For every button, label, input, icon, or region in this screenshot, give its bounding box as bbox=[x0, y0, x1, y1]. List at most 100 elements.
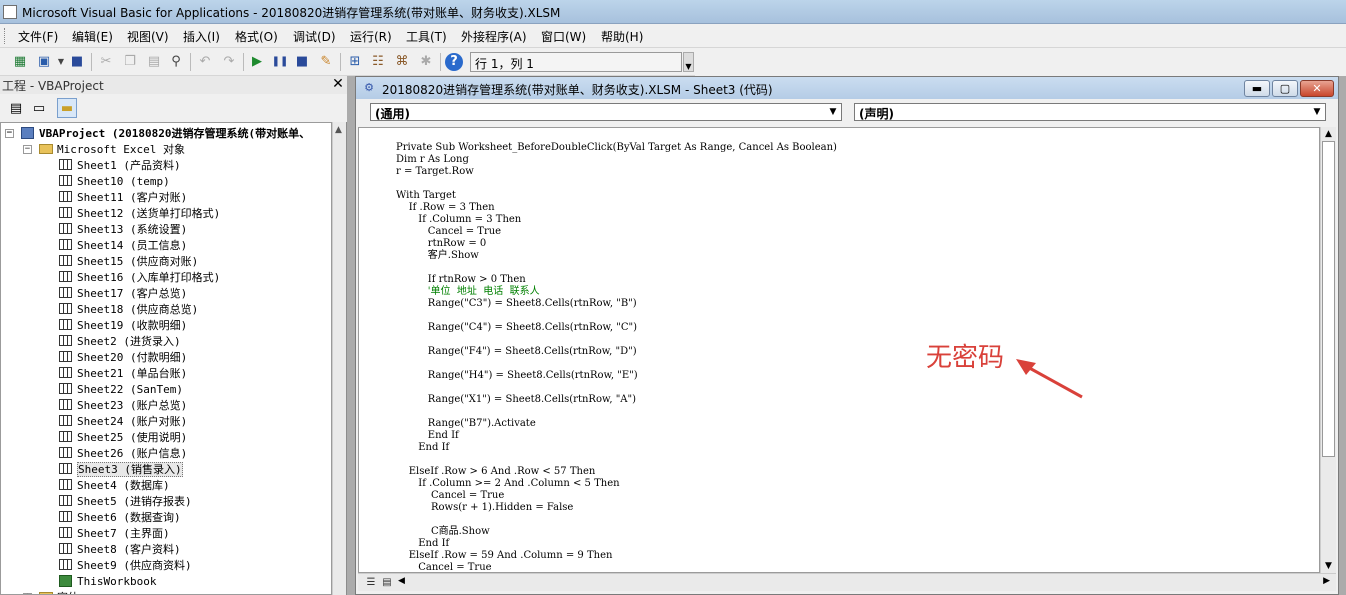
tree-folder-forms[interactable]: + 窗体 bbox=[23, 590, 79, 594]
full-module-view-button[interactable]: ▤ bbox=[380, 576, 394, 590]
code-module-icon: ⚙ bbox=[364, 81, 374, 94]
menu-run[interactable]: 运行(R) bbox=[350, 28, 392, 45]
scroll-up-icon[interactable]: ▲ bbox=[335, 125, 342, 135]
properties-icon[interactable]: ☷ bbox=[369, 53, 387, 71]
code-vertical-scrollbar[interactable]: ▲ ▼ bbox=[1320, 127, 1336, 573]
tree-sheet-item[interactable]: Sheet16 (入库单打印格式) bbox=[59, 270, 220, 286]
close-button[interactable]: ✕ bbox=[1300, 80, 1334, 97]
collapse-icon[interactable]: − bbox=[5, 129, 14, 138]
menu-view[interactable]: 视图(V) bbox=[127, 28, 169, 45]
tree-sheet-item[interactable]: Sheet1 (产品资料) bbox=[59, 158, 181, 174]
tree-sheet-item[interactable]: Sheet10 (temp) bbox=[59, 174, 170, 190]
project-explorer: 工程 - VBAProject ✕ ▤ ▭ ▬ − VBAProject (20… bbox=[0, 76, 347, 595]
tree-sheet-item[interactable]: Sheet15 (供应商对账) bbox=[59, 254, 198, 270]
copy-icon[interactable]: ❐ bbox=[121, 53, 139, 71]
insert-userform-icon[interactable]: ▣ bbox=[35, 53, 53, 71]
tree-folder-excel-objects[interactable]: − Microsoft Excel 对象 bbox=[23, 142, 185, 158]
design-mode-icon[interactable]: ✎ bbox=[317, 53, 335, 71]
tree-sheet-item[interactable]: Sheet22 (SanTem) bbox=[59, 382, 183, 398]
worksheet-icon bbox=[59, 335, 72, 346]
tree-root-item[interactable]: − VBAProject (20180820进销存管理系统(带对账单、 bbox=[5, 126, 310, 142]
scroll-thumb[interactable] bbox=[1322, 141, 1335, 457]
undo-icon[interactable]: ↶ bbox=[196, 53, 214, 71]
tree-sheet-item[interactable]: Sheet14 (员工信息) bbox=[59, 238, 187, 254]
close-icon[interactable]: ✕ bbox=[330, 76, 346, 92]
maximize-button[interactable]: ▢ bbox=[1272, 80, 1298, 97]
tree-sheet-item[interactable]: Sheet17 (客户总览) bbox=[59, 286, 187, 302]
paste-icon[interactable]: ▤ bbox=[145, 53, 163, 71]
scroll-left-icon[interactable]: ◀ bbox=[398, 576, 405, 586]
tree-sheet-item[interactable]: Sheet11 (客户对账) bbox=[59, 190, 187, 206]
code-line: If rtnRow > 0 Then bbox=[396, 274, 526, 285]
excel-icon[interactable]: ▦ bbox=[11, 53, 29, 71]
worksheet-icon bbox=[59, 559, 72, 570]
tree-sheet-item[interactable]: Sheet4 (数据库) bbox=[59, 478, 170, 494]
worksheet-icon bbox=[59, 383, 72, 394]
project-tree[interactable]: − VBAProject (20180820进销存管理系统(带对账单、 − Mi… bbox=[0, 122, 332, 595]
object-combo[interactable]: (通用) ▼ bbox=[370, 103, 842, 121]
minimize-button[interactable]: ▬ bbox=[1244, 80, 1270, 97]
project-explorer-icon[interactable]: ⊞ bbox=[346, 53, 364, 71]
code-line: ElseIf .Row = 59 And .Column = 9 Then bbox=[396, 550, 613, 561]
object-browser-icon[interactable]: ⌘ bbox=[393, 53, 411, 71]
procedure-combo[interactable]: (声明) ▼ bbox=[854, 103, 1326, 121]
tree-sheet-item[interactable]: Sheet7 (主界面) bbox=[59, 526, 170, 542]
run-icon[interactable]: ▶ bbox=[248, 53, 266, 71]
toolbox-icon[interactable]: ✱ bbox=[417, 53, 435, 71]
menu-edit[interactable]: 编辑(E) bbox=[72, 28, 113, 45]
tree-sheet-item[interactable]: Sheet21 (单品台账) bbox=[59, 366, 187, 382]
tree-sheet-item[interactable]: Sheet12 (送货单打印格式) bbox=[59, 206, 220, 222]
scroll-up-icon[interactable]: ▲ bbox=[1325, 129, 1332, 139]
tree-sheet-item[interactable]: Sheet2 (进货录入) bbox=[59, 334, 181, 350]
tree-sheet-item[interactable]: Sheet18 (供应商总览) bbox=[59, 302, 198, 318]
tree-sheet-item[interactable]: Sheet23 (账户总览) bbox=[59, 398, 187, 414]
tree-sheet-label: Sheet9 (供应商资料) bbox=[77, 559, 192, 572]
view-code-button[interactable]: ▤ bbox=[6, 98, 26, 118]
menu-tools[interactable]: 工具(T) bbox=[406, 28, 447, 45]
break-icon[interactable]: ❚❚ bbox=[271, 53, 289, 71]
chevron-down-icon[interactable]: ▼ bbox=[825, 104, 841, 120]
code-editor[interactable]: Private Sub Worksheet_BeforeDoubleClick(… bbox=[358, 127, 1320, 573]
tree-sheet-item[interactable]: Sheet3 (销售录入) bbox=[59, 462, 183, 478]
code-horizontal-scrollbar[interactable]: ☰ ▤ ◀ ▶ bbox=[358, 573, 1336, 591]
reset-icon[interactable]: ■ bbox=[293, 53, 311, 71]
menu-format[interactable]: 格式(O) bbox=[235, 28, 278, 45]
procedure-view-button[interactable]: ☰ bbox=[364, 576, 378, 590]
toggle-folders-button[interactable]: ▬ bbox=[57, 98, 77, 118]
worksheet-icon bbox=[59, 367, 72, 378]
tree-sheet-item[interactable]: Sheet20 (付款明细) bbox=[59, 350, 187, 366]
tree-sheet-label: ThisWorkbook bbox=[77, 575, 157, 588]
horizontal-scroll-track[interactable] bbox=[412, 576, 1312, 590]
save-icon[interactable]: ■ bbox=[68, 53, 86, 71]
tree-sheet-item[interactable]: Sheet6 (数据查询) bbox=[59, 510, 181, 526]
tree-sheet-item[interactable]: Sheet19 (收款明细) bbox=[59, 318, 187, 334]
cut-icon[interactable]: ✂ bbox=[97, 53, 115, 71]
scroll-right-icon[interactable]: ▶ bbox=[1323, 576, 1330, 586]
help-icon[interactable]: ? bbox=[445, 53, 463, 71]
tree-sheet-label: Sheet10 (temp) bbox=[77, 175, 170, 188]
redo-icon[interactable]: ↷ bbox=[220, 53, 238, 71]
code-line: End If bbox=[396, 538, 450, 549]
collapse-icon[interactable]: − bbox=[23, 145, 32, 154]
tree-sheet-item[interactable]: Sheet8 (客户资料) bbox=[59, 542, 181, 558]
menu-window[interactable]: 窗口(W) bbox=[541, 28, 586, 45]
find-icon[interactable]: ⚲ bbox=[167, 53, 185, 71]
tree-sheet-item[interactable]: Sheet13 (系统设置) bbox=[59, 222, 187, 238]
menu-file[interactable]: 文件(F) bbox=[18, 28, 58, 45]
menu-insert[interactable]: 插入(I) bbox=[183, 28, 220, 45]
tree-sheet-item[interactable]: Sheet9 (供应商资料) bbox=[59, 558, 192, 574]
tree-sheet-item[interactable]: Sheet24 (账户对账) bbox=[59, 414, 187, 430]
menu-help[interactable]: 帮助(H) bbox=[601, 28, 643, 45]
toolbar-options-chevron-icon[interactable]: ▼ bbox=[683, 52, 694, 72]
scroll-down-icon[interactable]: ▼ bbox=[1325, 561, 1332, 571]
tree-sheet-item[interactable]: Sheet26 (账户信息) bbox=[59, 446, 187, 462]
tree-sheet-item[interactable]: Sheet25 (使用说明) bbox=[59, 430, 187, 446]
menu-debug[interactable]: 调试(D) bbox=[293, 28, 336, 45]
tree-sheet-label: Sheet14 (员工信息) bbox=[77, 239, 188, 252]
chevron-down-icon[interactable]: ▼ bbox=[1309, 104, 1325, 120]
view-object-button[interactable]: ▭ bbox=[29, 98, 49, 118]
tree-sheet-item[interactable]: ThisWorkbook bbox=[59, 574, 156, 590]
tree-sheet-item[interactable]: Sheet5 (进销存报表) bbox=[59, 494, 192, 510]
menu-addins[interactable]: 外接程序(A) bbox=[461, 28, 527, 45]
tree-vertical-scrollbar[interactable]: ▲ bbox=[332, 122, 346, 595]
